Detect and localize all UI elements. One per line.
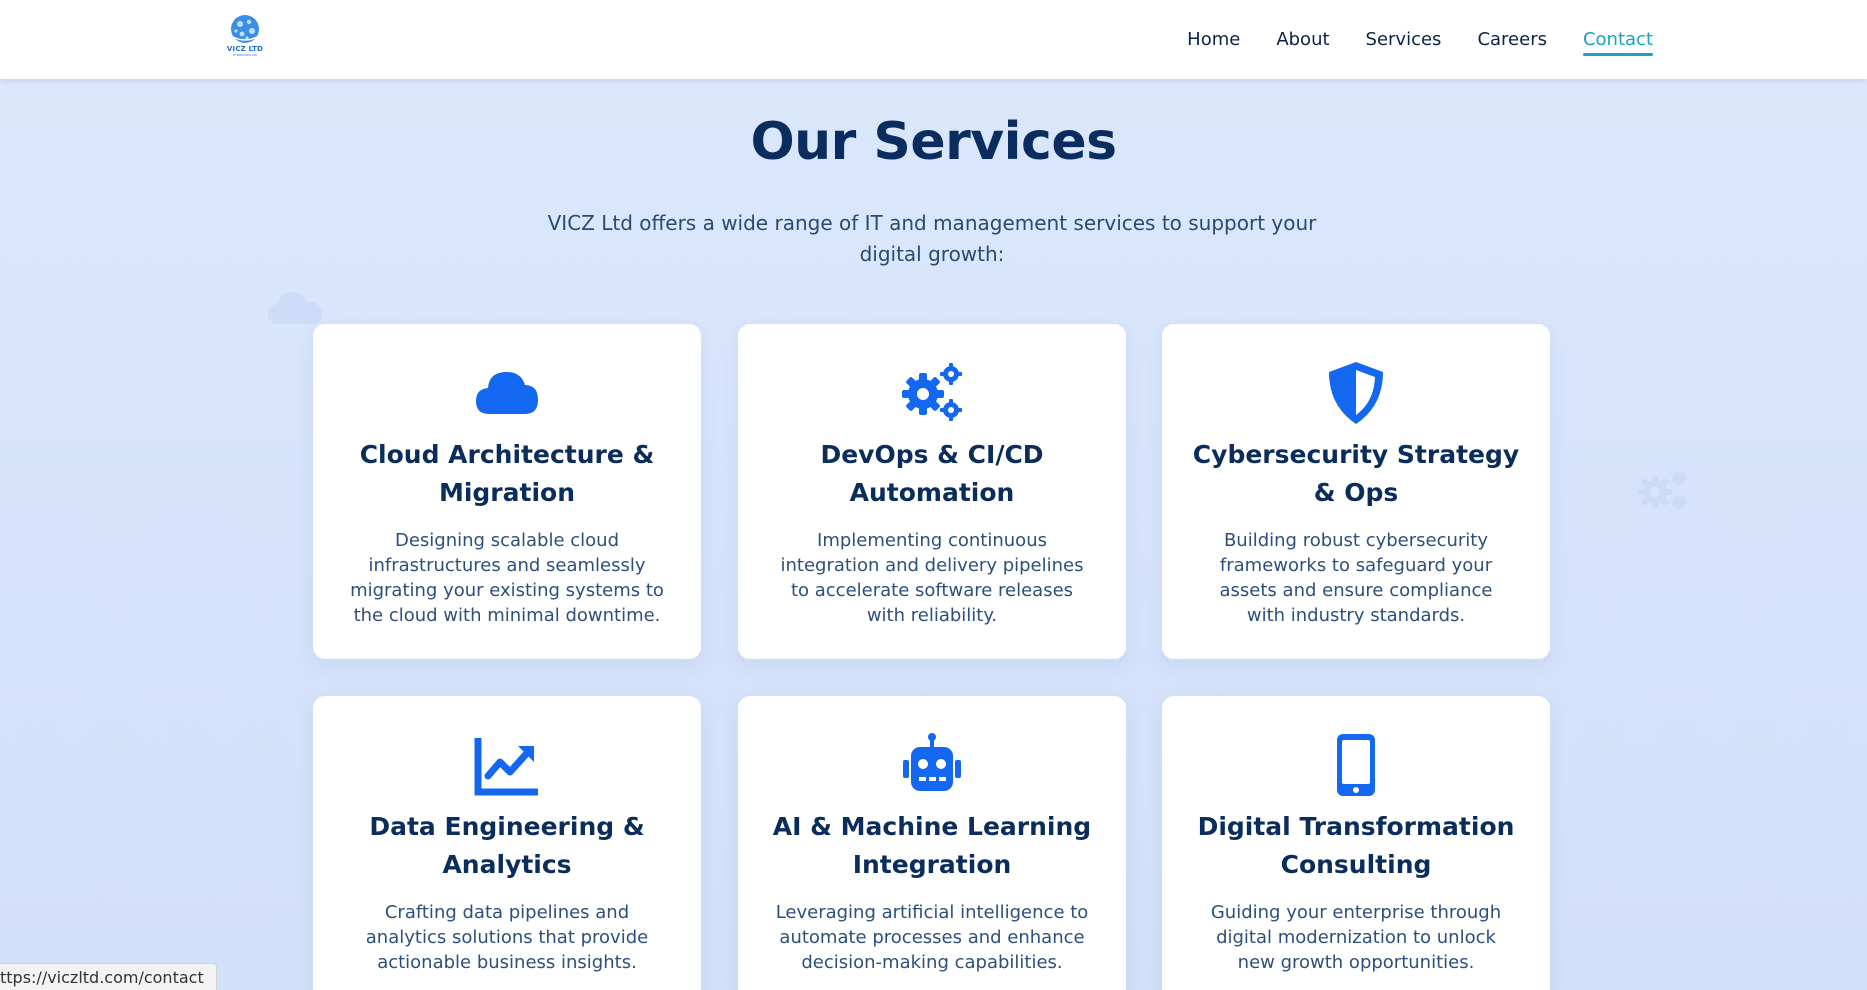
nav-link-contact[interactable]: Contact [1582, 23, 1654, 56]
nav-link-about[interactable]: About [1276, 23, 1329, 56]
cloud-icon [476, 372, 538, 414]
status-bar-url: ttps://viczltd.com/contact [0, 963, 217, 990]
service-title: Cloud Architecture & Migration [359, 440, 655, 507]
logo-text: VICZ LTD [226, 45, 264, 53]
nav-link-services[interactable]: Services [1366, 23, 1442, 56]
decorative-gears-icon [1638, 471, 1686, 509]
chart-line-icon [474, 738, 538, 796]
brand-logo[interactable]: VICZ LTD IT SERVICES LTD [224, 14, 266, 60]
service-description: Building robust cybersecurity frameworks… [1219, 530, 1493, 626]
service-description: Crafting data pipelines and analytics so… [365, 902, 649, 973]
decorative-cloud-icon [268, 292, 323, 324]
service-title: DevOps & CI/CD Automation [820, 440, 1044, 507]
service-title: AI & Machine Learning Integration [772, 812, 1092, 879]
service-card-data: Data Engineering & Analytics Crafting da… [313, 696, 701, 990]
service-description: Guiding your enterprise through digital … [1210, 902, 1502, 973]
service-title: Digital Transformation Consulting [1197, 812, 1515, 879]
service-description: Leveraging artificial intelligence to au… [775, 902, 1089, 973]
service-title: Cybersecurity Strategy & Ops [1192, 440, 1520, 507]
service-card-cybersecurity: Cybersecurity Strategy & Ops Building ro… [1162, 324, 1550, 659]
logo-subtext: IT SERVICES LTD [232, 53, 258, 57]
page-title: Our Services [750, 112, 1117, 172]
nav-link-home[interactable]: Home [1187, 23, 1240, 56]
top-navbar: VICZ LTD IT SERVICES LTD Home About Serv… [0, 0, 1867, 79]
nav-link-careers[interactable]: Careers [1477, 23, 1547, 56]
gears-icon [902, 363, 962, 421]
main-nav: Home About Services Careers Contact [1187, 0, 1654, 79]
page-subtitle: VICZ Ltd offers a wide range of IT and m… [547, 211, 1317, 266]
globe-logo-icon [230, 15, 260, 43]
service-card-digital: Digital Transformation Consulting Guidin… [1162, 696, 1550, 990]
robot-icon [903, 733, 961, 791]
service-description: Implementing continuous integration and … [780, 530, 1084, 626]
service-title: Data Engineering & Analytics [369, 812, 645, 879]
shield-icon [1329, 362, 1383, 424]
mobile-icon [1337, 734, 1375, 796]
service-description: Designing scalable cloud infrastructures… [350, 530, 664, 626]
service-card-cloud: Cloud Architecture & Migration Designing… [313, 324, 701, 659]
service-card-devops: DevOps & CI/CD Automation Implementing c… [738, 324, 1126, 659]
service-card-ai: AI & Machine Learning Integration Levera… [738, 696, 1126, 990]
